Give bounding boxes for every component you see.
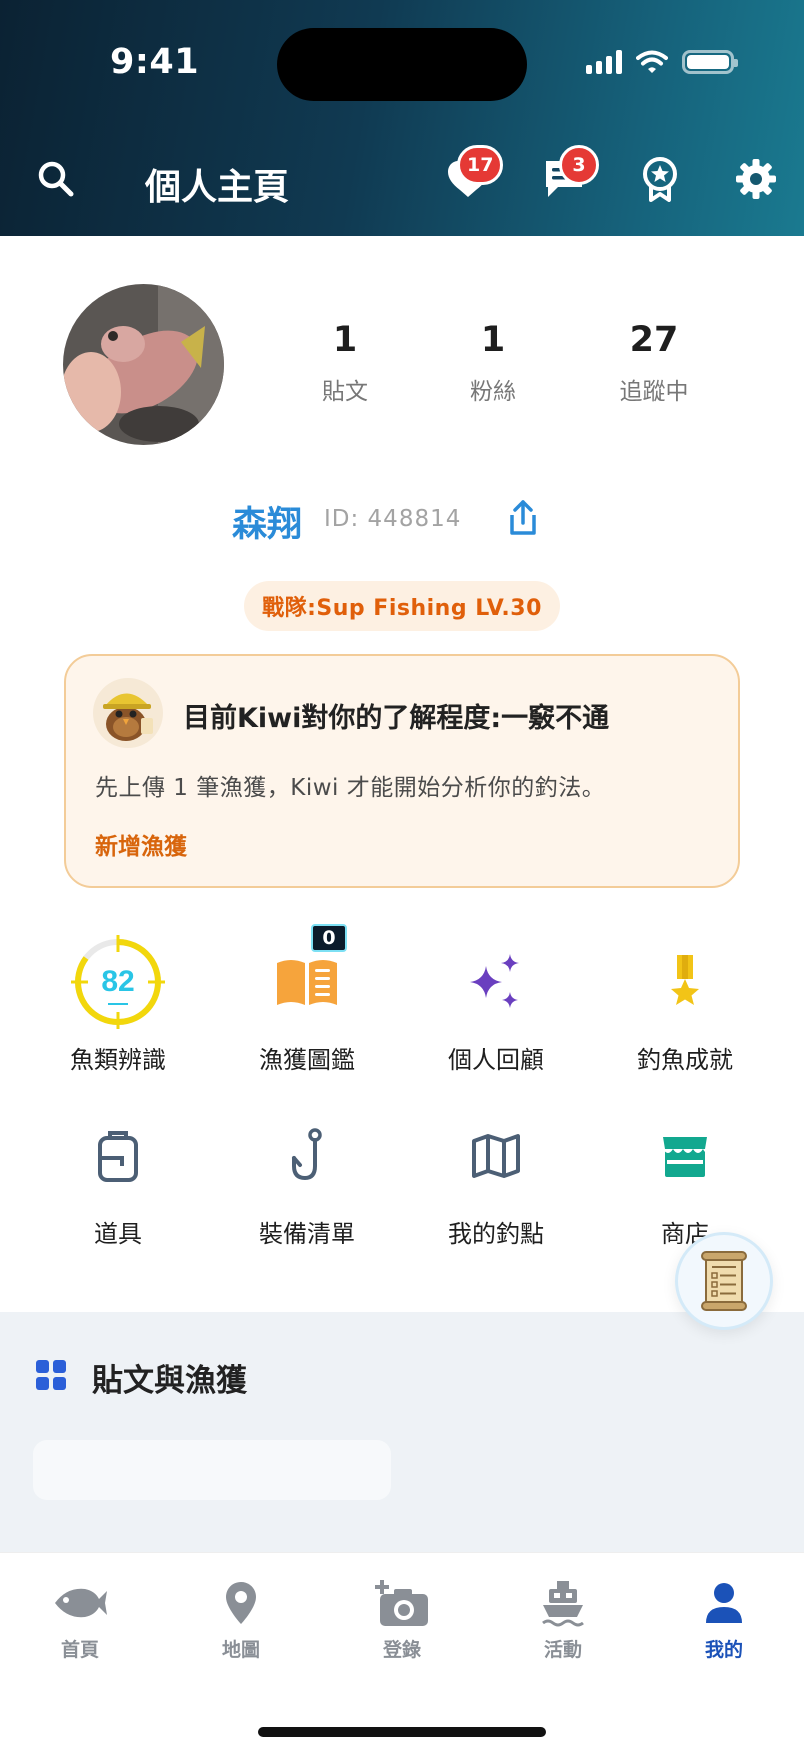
- stat-posts-count: 1: [332, 320, 358, 360]
- encyclopedia-count-badge: 0: [311, 924, 347, 952]
- notifications-button[interactable]: 17: [444, 145, 504, 203]
- post-card-placeholder[interactable]: [33, 1440, 391, 1500]
- fish-id-gauge-icon: 82: [68, 932, 168, 1032]
- search-button[interactable]: [32, 155, 80, 203]
- feature-catch-encyclopedia-label: 漁獲圖鑑: [259, 1046, 355, 1074]
- feature-store[interactable]: 商店: [600, 1106, 770, 1249]
- share-icon: [510, 500, 536, 535]
- kiwi-understanding-card: 目前Kiwi對你的了解程度:一竅不通 先上傳 1 筆漁獲，Kiwi 才能開始分析…: [64, 654, 740, 888]
- tab-mine-label: 我的: [704, 1639, 743, 1661]
- posts-section-title: 貼文與漁獲: [92, 1363, 247, 1399]
- feature-items[interactable]: 道具: [33, 1106, 203, 1249]
- scroll-icon: [701, 1251, 747, 1311]
- feature-fish-identify-label: 魚類辨識: [70, 1046, 166, 1074]
- battery-icon: [682, 50, 738, 74]
- feature-equipment-list-label: 裝備清單: [259, 1220, 355, 1248]
- posts-and-catches-section: 貼文與漁獲: [0, 1312, 804, 1552]
- person-icon: [694, 1577, 754, 1629]
- top-header: 9:41 個人主頁 17 3: [0, 0, 804, 236]
- tab-home-label: 首頁: [60, 1639, 99, 1661]
- backpack-icon: [68, 1106, 168, 1206]
- storefront-icon: [635, 1106, 735, 1206]
- avatar-photo: [63, 284, 224, 445]
- user-id: ID: 448814: [324, 506, 462, 532]
- status-icons: [586, 50, 738, 74]
- add-catch-link[interactable]: 新增漁獲: [95, 827, 187, 861]
- tab-map[interactable]: 地圖: [181, 1577, 301, 1662]
- stat-posts-label: 貼文: [322, 379, 368, 405]
- tab-events-label: 活動: [543, 1639, 582, 1661]
- settings-button[interactable]: [732, 155, 780, 203]
- search-icon: [38, 161, 74, 197]
- user-name: 森翔: [232, 505, 303, 545]
- feature-items-label: 道具: [94, 1220, 142, 1248]
- team-badge[interactable]: 戰隊:Sup Fishing LV.30: [244, 581, 560, 631]
- tab-mine[interactable]: 我的: [664, 1577, 784, 1662]
- page-title: 個人主頁: [145, 167, 290, 208]
- stat-following[interactable]: 27 追蹤中: [594, 320, 714, 406]
- feature-my-fishing-spots[interactable]: 我的釣點: [411, 1106, 581, 1249]
- map-icon: [446, 1106, 546, 1206]
- dynamic-island: [277, 28, 527, 101]
- messages-button[interactable]: 3: [540, 145, 599, 203]
- grid-icon: [36, 1360, 66, 1390]
- fish-id-score: 82: [101, 965, 134, 998]
- feature-my-fishing-spots-label: 我的釣點: [448, 1220, 544, 1248]
- home-indicator: [258, 1727, 546, 1737]
- kiwi-bird-icon: [93, 678, 163, 748]
- stat-followers-label: 粉絲: [470, 379, 516, 405]
- stat-followers[interactable]: 1 粉絲: [433, 320, 553, 406]
- stat-following-count: 27: [629, 320, 679, 360]
- kiwi-card-description: 先上傳 1 筆漁獲，Kiwi 才能開始分析你的釣法。: [95, 775, 606, 801]
- feature-catch-encyclopedia[interactable]: 0 漁獲圖鑑: [222, 924, 392, 1075]
- profile-avatar[interactable]: [63, 284, 224, 445]
- ribbon-award-icon: [643, 157, 677, 202]
- fish-hook-icon: [257, 1106, 357, 1206]
- gear-icon: [736, 159, 776, 199]
- stat-followers-count: 1: [480, 320, 506, 360]
- stat-following-label: 追蹤中: [619, 379, 689, 405]
- feature-fishing-achievements-label: 釣魚成就: [637, 1046, 733, 1074]
- feature-equipment-list[interactable]: 裝備清單: [222, 1106, 392, 1249]
- share-button[interactable]: [506, 499, 540, 537]
- tab-events[interactable]: 活動: [503, 1577, 623, 1662]
- cellular-signal-icon: [586, 50, 622, 74]
- ribbon-award-button[interactable]: [636, 155, 684, 203]
- map-pin-icon: [211, 1577, 271, 1629]
- floating-quest-button[interactable]: [675, 1232, 773, 1330]
- messages-badge: 3: [559, 145, 599, 185]
- feature-personal-review-label: 個人回顧: [448, 1046, 544, 1074]
- fish-icon: [50, 1577, 110, 1629]
- status-time: 9:41: [110, 42, 200, 82]
- feature-fish-identify[interactable]: 82 魚類辨識: [33, 932, 203, 1075]
- notifications-badge: 17: [457, 145, 504, 185]
- tab-map-label: 地圖: [221, 1639, 260, 1661]
- boat-icon: [533, 1577, 593, 1629]
- stat-posts[interactable]: 1 貼文: [285, 320, 405, 406]
- camera-plus-icon: [372, 1577, 432, 1629]
- medal-icon: [635, 932, 735, 1032]
- kiwi-card-title: 目前Kiwi對你的了解程度:一竅不通: [183, 703, 610, 734]
- tab-log-label: 登錄: [382, 1639, 421, 1661]
- tab-log[interactable]: 登錄: [342, 1577, 462, 1662]
- wifi-icon: [636, 50, 668, 73]
- open-book-icon: 0: [257, 924, 357, 1032]
- sparkles-icon: [446, 932, 546, 1032]
- bottom-tab-bar: 首頁 地圖 登錄 活動 我的: [0, 1552, 804, 1748]
- feature-fishing-achievements[interactable]: 釣魚成就: [600, 932, 770, 1075]
- tab-home[interactable]: 首頁: [20, 1577, 140, 1662]
- feature-personal-review[interactable]: 個人回顧: [411, 932, 581, 1075]
